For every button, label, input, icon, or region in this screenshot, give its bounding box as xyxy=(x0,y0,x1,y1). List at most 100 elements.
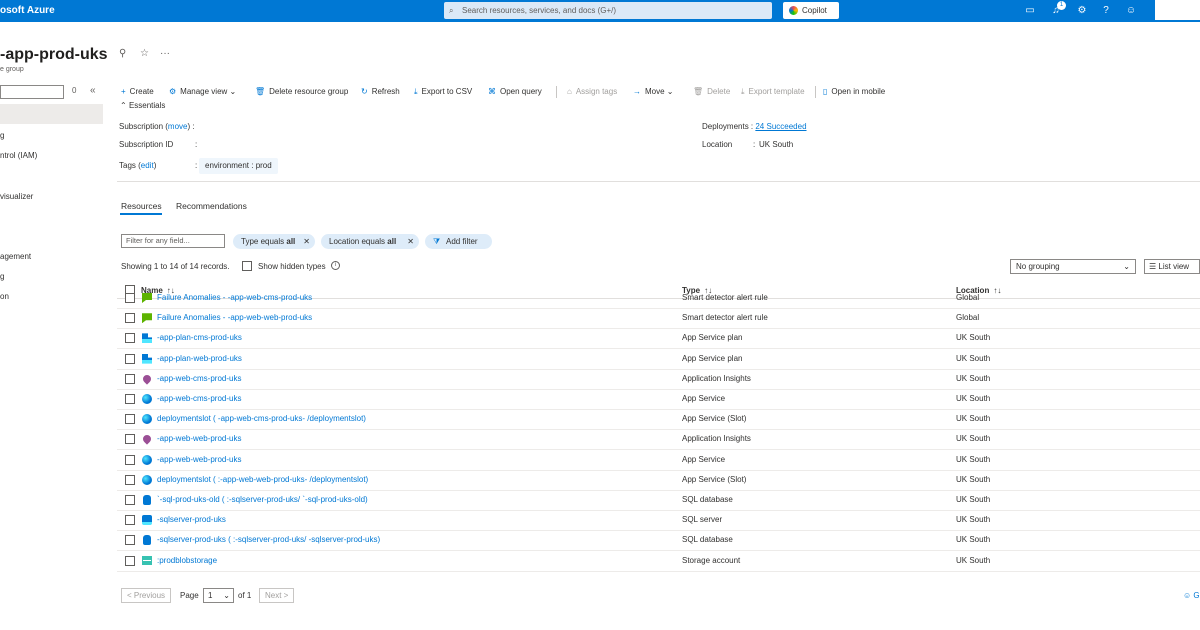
tab-recommendations[interactable]: Recommendations xyxy=(176,201,247,211)
nav-item[interactable]: g xyxy=(0,131,4,140)
nav-selected-item[interactable] xyxy=(0,104,103,124)
resource-name-link[interactable]: -app-web-web-prod-uks xyxy=(157,455,241,464)
nav-item[interactable]: visualizer xyxy=(0,192,33,201)
next-page-button[interactable]: Next > xyxy=(259,588,295,603)
info-icon[interactable]: i xyxy=(331,261,340,270)
resource-name-link[interactable]: -app-plan-web-prod-uks xyxy=(157,354,242,363)
table-row[interactable]: `-sql-prod-uks-old ( :-sqlserver-prod-uk… xyxy=(117,491,1200,511)
row-checkbox[interactable] xyxy=(125,353,135,364)
export-csv-button[interactable]: ⤓ Export to CSV xyxy=(414,87,472,97)
row-checkbox[interactable] xyxy=(125,555,135,566)
table-row[interactable]: Failure Anomalies - -app-web-cms-prod-uk… xyxy=(117,289,1200,309)
table-row[interactable]: -sqlserver-prod-uks SQL server UK South xyxy=(117,511,1200,532)
list-view-select[interactable]: ☰ List view xyxy=(1144,259,1200,274)
delete-button[interactable]: 🗑 Delete xyxy=(693,87,730,96)
row-checkbox[interactable] xyxy=(125,373,135,384)
page-select[interactable]: 1 ⌄ xyxy=(203,588,234,603)
resource-name-link[interactable]: :prodblobstorage xyxy=(157,556,217,565)
collapse-nav-icon[interactable]: « xyxy=(90,85,96,96)
assign-tags-button[interactable]: ⌂ Assign tags xyxy=(567,87,617,96)
row-checkbox[interactable] xyxy=(125,535,135,546)
open-mobile-button[interactable]: ▯ Open in mobile xyxy=(823,87,885,96)
resource-name-link[interactable]: deploymentslot ( -app-web-cms-prod-uks- … xyxy=(157,414,366,423)
feedback-icon[interactable]: ☺ xyxy=(1124,3,1138,19)
row-checkbox[interactable] xyxy=(125,474,135,485)
pin-icon[interactable]: ⚲ xyxy=(119,48,126,59)
resource-name-link[interactable]: -sqlserver-prod-uks xyxy=(157,515,226,524)
star-icon[interactable]: ☆ xyxy=(140,48,149,59)
table-row[interactable]: :prodblobstorage Storage account UK South xyxy=(117,552,1200,572)
feedback-link[interactable]: ☺ G xyxy=(1183,591,1200,600)
row-checkbox[interactable] xyxy=(125,293,135,303)
close-icon[interactable]: ✕ xyxy=(303,234,310,249)
show-hidden-checkbox[interactable] xyxy=(242,261,252,271)
copilot-button[interactable]: Copilot xyxy=(783,2,839,19)
move-button[interactable]: → Move ⌄ xyxy=(633,87,674,96)
close-icon[interactable]: ✕ xyxy=(407,234,414,249)
create-button[interactable]: + Create xyxy=(121,87,154,96)
add-filter-label: Add filter xyxy=(446,237,478,246)
resource-name-link[interactable]: -app-plan-cms-prod-uks xyxy=(157,333,242,342)
location-filter-pill[interactable]: Location equals all ✕ xyxy=(321,234,419,249)
row-checkbox[interactable] xyxy=(125,333,135,344)
table-row[interactable]: deploymentslot ( -app-web-cms-prod-uks- … xyxy=(117,410,1200,431)
grouping-select[interactable]: No grouping ⌄ xyxy=(1010,259,1136,274)
resource-location: UK South xyxy=(956,495,991,504)
table-row[interactable]: -app-web-cms-prod-uks Application Insight… xyxy=(117,370,1200,390)
row-checkbox[interactable] xyxy=(125,414,135,425)
account-area[interactable] xyxy=(1155,0,1200,20)
export-template-button[interactable]: ⤓ Export template xyxy=(741,87,805,97)
previous-page-button[interactable]: < Previous xyxy=(121,588,172,603)
search-placeholder: Search resources, services, and docs (G+… xyxy=(462,6,617,15)
resource-name-link[interactable]: `-sql-prod-uks-old ( :-sqlserver-prod-uk… xyxy=(157,495,368,504)
open-query-button[interactable]: ⌘ Open query xyxy=(488,87,542,96)
nav-item[interactable]: on xyxy=(0,292,9,301)
global-search-input[interactable]: ⌕ Search resources, services, and docs (… xyxy=(444,2,772,19)
type-filter-pill[interactable]: Type equals all ✕ xyxy=(233,234,315,249)
cloud-shell-icon[interactable]: ▭ xyxy=(1023,3,1037,19)
row-checkbox[interactable] xyxy=(125,495,135,505)
table-row[interactable]: -app-plan-cms-prod-uks App Service plan UK… xyxy=(117,329,1200,350)
resource-name-link[interactable]: -app-web-cms-prod-uks xyxy=(157,394,241,403)
resource-location: UK South xyxy=(956,454,991,464)
subscription-move-link[interactable]: move xyxy=(168,122,188,131)
nav-item[interactable]: ntrol (IAM) xyxy=(0,151,37,160)
row-checkbox[interactable] xyxy=(125,394,135,404)
row-checkbox[interactable] xyxy=(125,515,135,526)
nav-item[interactable]: g xyxy=(0,272,4,281)
manage-view-button[interactable]: ⚙ Manage view ⌄ xyxy=(169,87,236,96)
filter-input[interactable]: Filter for any field... xyxy=(121,234,225,248)
nav-item[interactable]: agement xyxy=(0,252,31,261)
table-row[interactable]: deploymentslot ( :-app-web-web-prod-uks-… xyxy=(117,471,1200,491)
move-label: Move xyxy=(645,87,665,96)
resource-name-link[interactable]: Failure Anomalies - -app-web-web-prod-uk… xyxy=(157,313,312,322)
nav-search-input[interactable] xyxy=(0,85,64,99)
refresh-button[interactable]: ↻ Refresh xyxy=(361,87,400,96)
resource-name-link[interactable]: -sqlserver-prod-uks ( :-sqlserver-prod-u… xyxy=(157,535,380,544)
table-row[interactable]: -sqlserver-prod-uks ( :-sqlserver-prod-u… xyxy=(117,531,1200,552)
resource-name-link[interactable]: Failure Anomalies - -app-web-cms-prod-uk… xyxy=(157,293,312,302)
delete-resource-group-button[interactable]: 🗑 Delete resource group xyxy=(255,87,348,96)
export-csv-label: Export to CSV xyxy=(421,87,473,96)
essentials-toggle[interactable]: ⌃ Essentials xyxy=(120,101,165,110)
brand-label[interactable]: osoft Azure xyxy=(0,5,55,16)
deployments-link[interactable]: 24 Succeeded xyxy=(755,122,806,131)
resource-name-link[interactable]: -app-web-cms-prod-uks xyxy=(157,374,241,383)
tab-resources[interactable]: Resources xyxy=(121,201,162,211)
table-row[interactable]: -app-web-web-prod-uks Application Insight… xyxy=(117,430,1200,451)
table-row[interactable]: -app-plan-web-prod-uks App Service plan UK… xyxy=(117,350,1200,370)
row-checkbox[interactable] xyxy=(125,313,135,324)
resource-name-link[interactable]: deploymentslot ( :-app-web-web-prod-uks-… xyxy=(157,475,368,484)
resource-type: Smart detector alert rule xyxy=(682,313,768,323)
table-row[interactable]: Failure Anomalies - -app-web-web-prod-uk… xyxy=(117,309,1200,330)
row-checkbox[interactable] xyxy=(125,434,135,445)
table-row[interactable]: -app-web-web-prod-uks App Service UK South xyxy=(117,451,1200,471)
more-icon[interactable]: ··· xyxy=(160,48,170,59)
help-icon[interactable]: ? xyxy=(1099,3,1113,19)
row-checkbox[interactable] xyxy=(125,454,135,465)
tags-edit-link[interactable]: edit xyxy=(141,161,154,170)
gear-icon[interactable]: ⚙ xyxy=(1075,3,1089,19)
add-filter-button[interactable]: ⧩ Add filter xyxy=(425,234,492,249)
resource-name-link[interactable]: -app-web-web-prod-uks xyxy=(157,434,241,443)
table-row[interactable]: -app-web-cms-prod-uks App Service UK South xyxy=(117,390,1200,410)
